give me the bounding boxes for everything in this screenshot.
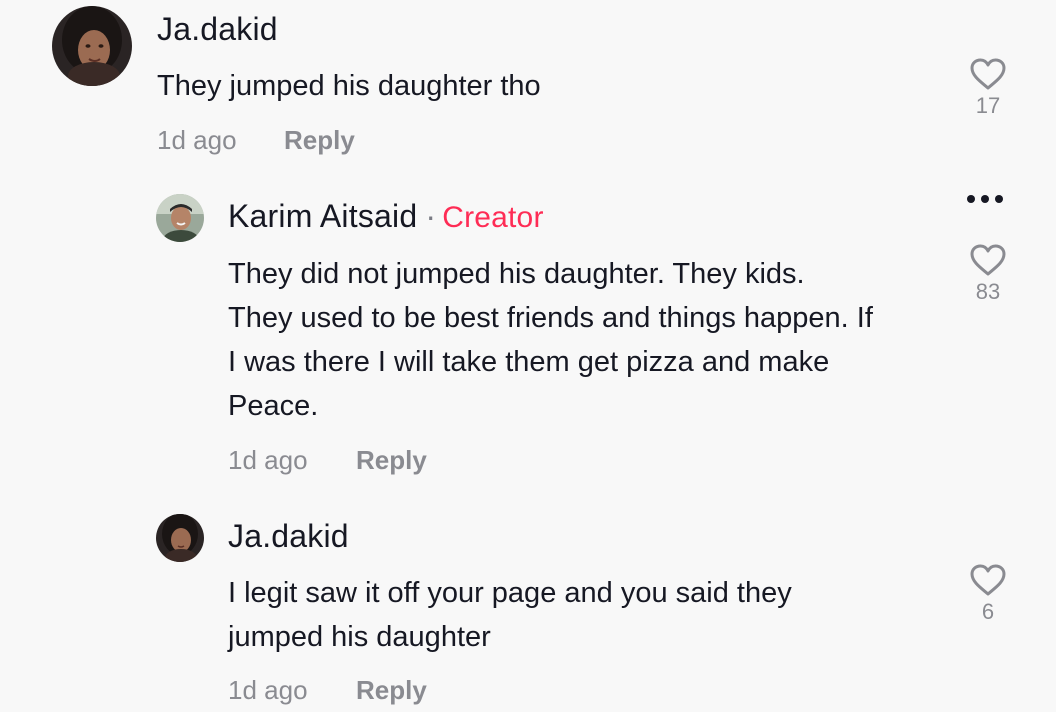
heart-outline-icon	[970, 244, 1006, 276]
like-count: 17	[975, 93, 1001, 118]
comment-text: They did not jumped his daughter. They k…	[228, 258, 873, 422]
avatar[interactable]	[156, 194, 204, 242]
avatar[interactable]	[156, 514, 204, 562]
like-count: 6	[981, 599, 995, 624]
comment-username[interactable]: Ja.dakid	[157, 11, 278, 48]
comment-text: I legit saw it off your page and you sai…	[228, 577, 792, 653]
heart-outline-icon	[970, 564, 1006, 596]
comment-text: They jumped his daughter tho	[157, 70, 541, 102]
reply-button[interactable]: Reply	[284, 125, 355, 156]
comment-timestamp: 1d ago	[228, 445, 308, 475]
comment-username[interactable]: Ja.dakid	[228, 518, 349, 555]
comment-username[interactable]: Karim Aitsaid · Creator	[228, 198, 544, 235]
creator-badge: Creator	[442, 201, 544, 234]
comment-timestamp: 1d ago	[157, 125, 237, 155]
like-button[interactable]: 6	[958, 563, 1018, 625]
more-options-icon[interactable]	[967, 195, 1003, 203]
reply-button[interactable]: Reply	[356, 445, 427, 476]
like-count: 83	[975, 279, 1001, 304]
avatar[interactable]	[52, 6, 132, 86]
separator: ·	[425, 198, 437, 234]
like-button[interactable]: 17	[958, 57, 1018, 119]
heart-outline-icon	[970, 58, 1006, 90]
username-text[interactable]: Karim Aitsaid	[228, 198, 417, 234]
like-button[interactable]: 83	[958, 243, 1018, 305]
comment-timestamp: 1d ago	[228, 675, 308, 705]
reply-button[interactable]: Reply	[356, 675, 427, 706]
